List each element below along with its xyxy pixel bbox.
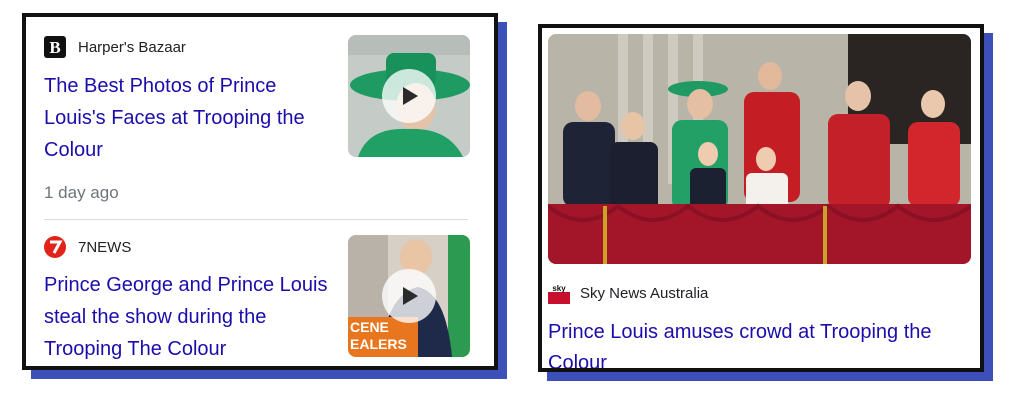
source-name: 7NEWS (78, 238, 132, 256)
article-title-link[interactable]: The Best Photos of Prince Louis's Faces … (44, 70, 334, 166)
news-card-left: B Harper's Bazaar The Best Photos of Pri… (22, 13, 498, 370)
article-title-link[interactable]: Prince George and Prince Louis steal the… (44, 269, 339, 365)
article-age: 1 day ago (44, 183, 119, 202)
divider (44, 219, 468, 220)
source-name: Harper's Bazaar (78, 38, 186, 56)
article-thumbnail[interactable] (348, 35, 470, 157)
news-card-right: sky Sky News Australia Prince Louis amus… (538, 24, 984, 372)
article-source-row: B Harper's Bazaar (44, 36, 186, 58)
harpers-bazaar-logo-icon: B (44, 36, 66, 58)
sky-news-logo-icon: sky (548, 282, 570, 304)
thumbnail-caption: CENE EALERS (350, 319, 407, 352)
featured-source-row: sky Sky News Australia (548, 282, 708, 304)
source-name: Sky News Australia (580, 284, 709, 302)
royal-family-balcony-photo-icon (548, 34, 971, 264)
7news-logo-icon (44, 236, 66, 258)
play-button-icon[interactable] (382, 69, 436, 123)
article-source-row: 7NEWS (44, 236, 131, 258)
svg-text:sky: sky (552, 284, 566, 293)
svg-text:B: B (49, 38, 60, 57)
article-thumbnail[interactable]: CENE EALERS (348, 235, 470, 357)
play-button-icon[interactable] (382, 269, 436, 323)
featured-title-link[interactable]: Prince Louis amuses crowd at Trooping th… (548, 317, 968, 368)
featured-image[interactable] (548, 34, 971, 264)
